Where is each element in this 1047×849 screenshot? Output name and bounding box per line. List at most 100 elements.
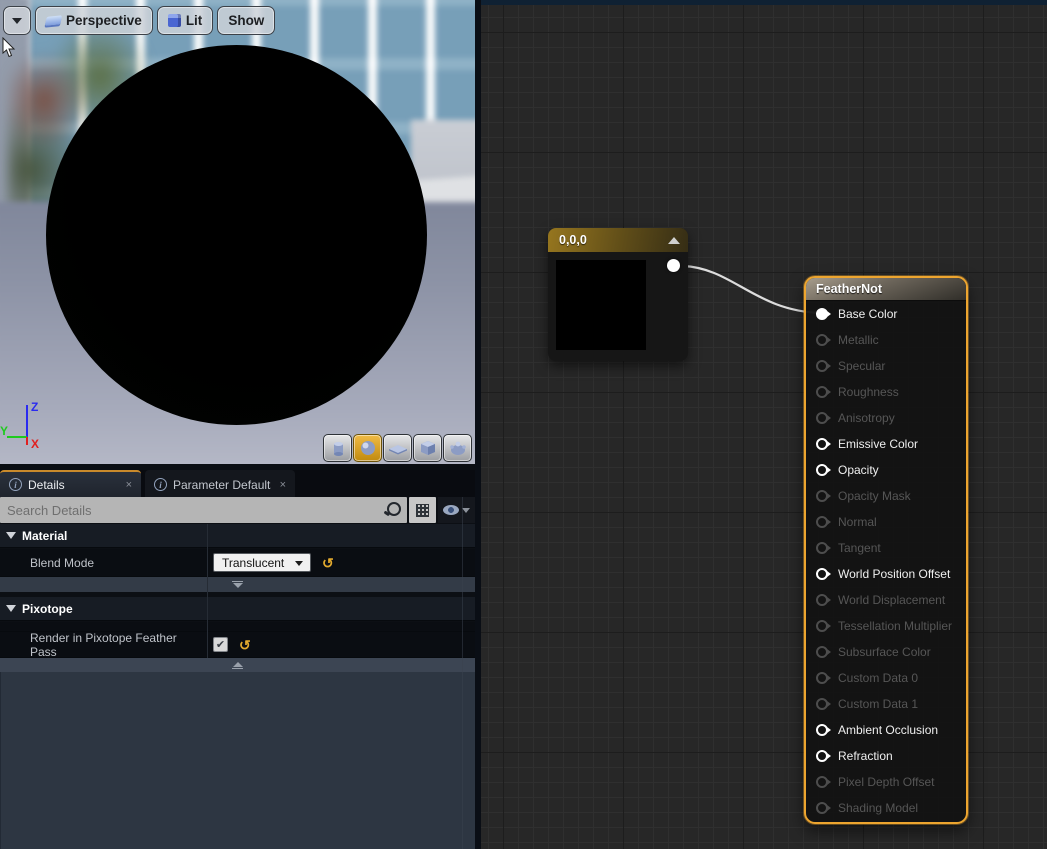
pin-custom-data-1[interactable]: Custom Data 1 (806, 691, 966, 717)
pin-tangent[interactable]: Tangent (806, 535, 966, 561)
close-icon[interactable]: × (126, 479, 132, 491)
pin-label: Metallic (838, 333, 879, 347)
shape-teapot-button[interactable] (443, 434, 472, 462)
shape-plane-button[interactable] (383, 434, 412, 462)
pin-custom-data-0[interactable]: Custom Data 0 (806, 665, 966, 691)
pin-circle-icon[interactable] (816, 802, 828, 814)
pin-circle-icon[interactable] (816, 412, 828, 424)
chevron-down-icon (12, 18, 22, 24)
pin-circle-icon[interactable] (816, 750, 828, 762)
gizmo-z-label: Z (31, 400, 38, 414)
expand-triangle-icon (6, 532, 16, 539)
details-panel: i Details × i Parameter Defaults × Mater… (0, 470, 475, 849)
pin-label: Roughness (838, 385, 899, 399)
reset-to-default-icon[interactable]: ↺ (239, 638, 251, 652)
pin-metallic[interactable]: Metallic (806, 327, 966, 353)
pin-circle-icon[interactable] (816, 360, 828, 372)
constant-node-header[interactable]: 0,0,0 (548, 228, 688, 252)
pin-circle-icon[interactable] (816, 308, 828, 320)
pin-shading-model[interactable]: Shading Model (806, 795, 966, 821)
output-pin[interactable] (667, 259, 680, 272)
pin-circle-icon[interactable] (816, 698, 828, 710)
pin-label: Custom Data 1 (838, 697, 918, 711)
pin-circle-icon[interactable] (816, 672, 828, 684)
viewport-options-button[interactable] (3, 6, 31, 35)
pixotope-collapse-expander[interactable] (0, 658, 475, 672)
pin-ambient-occlusion[interactable]: Ambient Occlusion (806, 717, 966, 743)
reset-to-default-icon[interactable]: ↺ (322, 556, 334, 570)
material-graph-canvas[interactable]: 0,0,0 FeatherNot Base Color Metallic Specu… (481, 0, 1047, 849)
perspective-icon (45, 15, 62, 26)
details-tab-bar: i Details × i Parameter Defaults × (0, 470, 475, 497)
pin-anisotropy[interactable]: Anisotropy (806, 405, 966, 431)
pin-circle-icon[interactable] (816, 464, 828, 476)
pin-label: Emissive Color (838, 437, 918, 451)
pin-circle-icon[interactable] (816, 724, 828, 736)
pin-label: Specular (838, 359, 885, 373)
pin-tessellation-multiplier[interactable]: Tessellation Multiplier (806, 613, 966, 639)
section-title: Pixotope (22, 602, 73, 616)
pin-emissive-color[interactable]: Emissive Color (806, 431, 966, 457)
pin-roughness[interactable]: Roughness (806, 379, 966, 405)
pin-circle-icon[interactable] (816, 568, 828, 580)
pin-opacity[interactable]: Opacity (806, 457, 966, 483)
pin-specular[interactable]: Specular (806, 353, 966, 379)
details-scrollbar[interactable] (462, 497, 463, 849)
pin-label: Opacity Mask (838, 489, 911, 503)
pin-circle-icon[interactable] (816, 594, 828, 606)
show-button[interactable]: Show (217, 6, 275, 35)
feather-pass-checkbox[interactable]: ✔ (213, 637, 228, 652)
shape-cube-button[interactable] (413, 434, 442, 462)
material-advanced-expander[interactable] (0, 577, 475, 592)
constant-color-node[interactable]: 0,0,0 (548, 228, 688, 361)
pin-circle-icon[interactable] (816, 646, 828, 658)
pin-circle-icon[interactable] (816, 516, 828, 528)
property-matrix-button[interactable] (409, 497, 436, 523)
connection-wire[interactable] (683, 266, 821, 313)
details-tab-icon: i (9, 478, 22, 491)
pin-circle-icon[interactable] (816, 334, 828, 346)
expand-triangle-icon (6, 605, 16, 612)
shape-cylinder-button[interactable] (323, 434, 352, 462)
pin-circle-icon[interactable] (816, 490, 828, 502)
lit-mode-button[interactable]: Lit (157, 6, 214, 35)
material-preview-viewport[interactable]: Perspective Lit Show Z Y X (0, 0, 475, 470)
viewport-toolbar: Perspective Lit Show (3, 6, 275, 35)
pin-circle-icon[interactable] (816, 542, 828, 554)
pin-normal[interactable]: Normal (806, 509, 966, 535)
pin-base-color[interactable]: Base Color (806, 301, 966, 327)
check-icon: ✔ (216, 638, 225, 651)
details-column-divider[interactable] (207, 524, 208, 658)
pin-pixel-depth-offset[interactable]: Pixel Depth Offset (806, 769, 966, 795)
pin-world-position-offset[interactable]: World Position Offset (806, 561, 966, 587)
pin-subsurface-color[interactable]: Subsurface Color (806, 639, 966, 665)
close-icon[interactable]: × (280, 479, 286, 491)
pin-circle-icon[interactable] (816, 438, 828, 450)
perspective-label: Perspective (66, 13, 142, 28)
cylinder-icon (329, 439, 347, 457)
material-output-header[interactable]: FeatherNot (806, 278, 966, 301)
material-output-node[interactable]: FeatherNot Base Color Metallic Specular Rou… (804, 276, 968, 824)
section-header-material[interactable]: Material (0, 524, 475, 548)
search-input[interactable] (0, 497, 407, 523)
output-node-pins: Base Color Metallic Specular Roughness Aniso… (806, 301, 966, 822)
perspective-button[interactable]: Perspective (35, 6, 153, 35)
view-options-button[interactable] (438, 497, 475, 523)
collapse-triangle-icon[interactable] (668, 237, 680, 244)
section-header-pixotope[interactable]: Pixotope (0, 597, 475, 621)
pin-opacity-mask[interactable]: Opacity Mask (806, 483, 966, 509)
pin-label: Tangent (838, 541, 881, 555)
chevron-down-icon (233, 583, 243, 588)
constant-node-title: 0,0,0 (559, 233, 587, 247)
plane-icon (388, 439, 408, 457)
pin-circle-icon[interactable] (816, 776, 828, 788)
pin-world-displacement[interactable]: World Displacement (806, 587, 966, 613)
blend-mode-dropdown[interactable]: Translucent (213, 553, 311, 572)
pin-circle-icon[interactable] (816, 620, 828, 632)
pin-refraction[interactable]: Refraction (806, 743, 966, 769)
tab-parameter-defaults[interactable]: i Parameter Defaults × (145, 470, 295, 497)
pin-circle-icon[interactable] (816, 386, 828, 398)
tab-details[interactable]: i Details × (0, 470, 141, 497)
shape-sphere-button[interactable] (353, 434, 382, 462)
teapot-icon (448, 439, 468, 457)
